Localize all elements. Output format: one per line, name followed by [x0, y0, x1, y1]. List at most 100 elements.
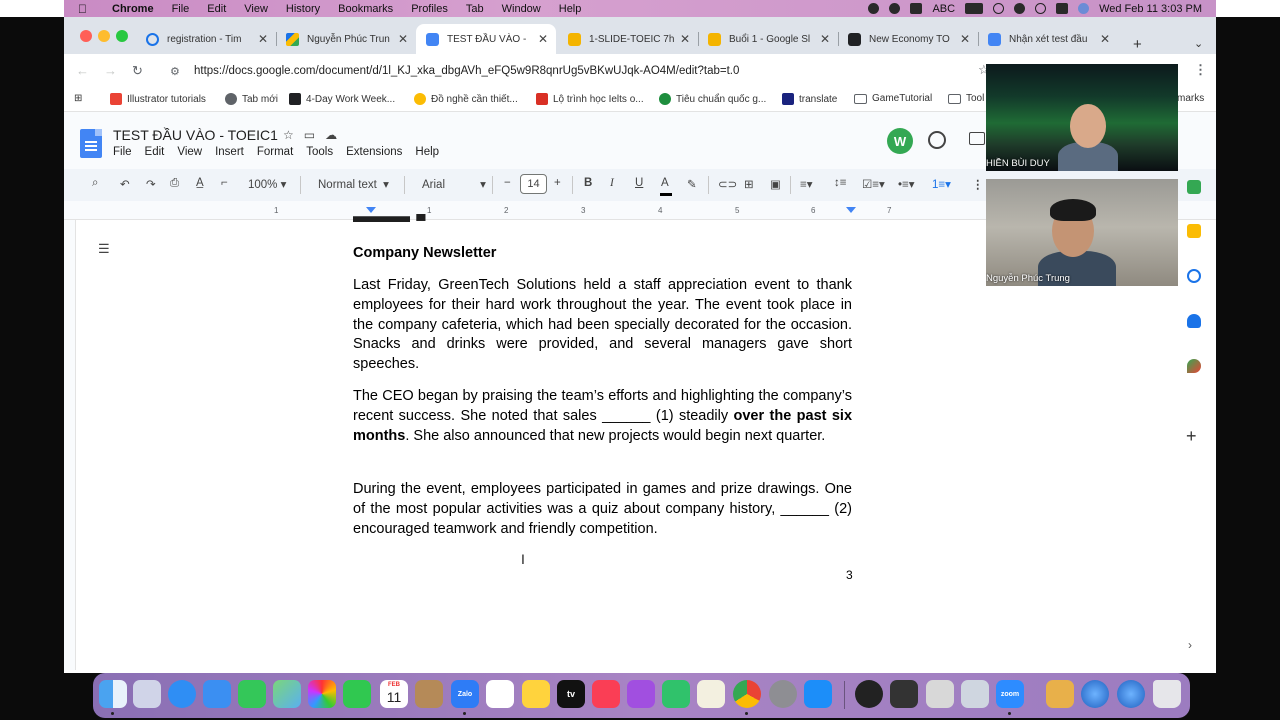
left-indent-marker[interactable] — [366, 207, 376, 213]
url-text[interactable]: https://docs.google.com/document/d/1l_KJ… — [194, 65, 739, 77]
calendar-app-icon[interactable]: FEB 11 — [380, 680, 408, 708]
highlight-color-icon[interactable]: ✎ — [687, 177, 697, 191]
calendar-icon[interactable] — [1187, 180, 1201, 194]
podcasts-icon[interactable] — [627, 680, 655, 708]
bulleted-list-icon[interactable]: •≡▾ — [898, 177, 915, 191]
line-spacing-icon[interactable]: ↕≡ — [834, 177, 846, 189]
menu-window[interactable]: Window — [502, 3, 541, 15]
menu-edit[interactable]: Edit — [207, 3, 226, 15]
finder-icon[interactable] — [99, 680, 127, 708]
menu-bookmarks[interactable]: Bookmarks — [338, 3, 393, 15]
bookmark-lo-trinh[interactable]: Lộ trình học Ielts o... — [536, 93, 644, 105]
contacts-icon[interactable] — [1187, 314, 1201, 328]
printer-icon[interactable] — [926, 680, 954, 708]
cloud-status-icon[interactable]: ☁ — [325, 128, 347, 142]
bookmark-4day[interactable]: 4-Day Work Week... — [289, 93, 395, 105]
obs-icon[interactable] — [855, 680, 883, 708]
tab-nguyen-phuc-trung[interactable]: Nguyễn Phúc Trun ✕ — [276, 24, 417, 54]
docs-logo-icon[interactable] — [80, 129, 102, 158]
reload-button[interactable]: ↻ — [132, 63, 143, 79]
tab-search-chevron-icon[interactable]: ⌄ — [1194, 37, 1203, 50]
globe-icon[interactable] — [1081, 680, 1109, 708]
globe2-icon[interactable] — [1117, 680, 1145, 708]
downloads-icon[interactable] — [961, 680, 989, 708]
input-source-icon[interactable] — [910, 3, 923, 14]
paint-format-icon[interactable]: ⌐ — [221, 177, 228, 189]
all-bookmarks[interactable]: marks — [1177, 93, 1204, 104]
tasks-icon[interactable] — [1187, 269, 1201, 283]
user-icon[interactable] — [1014, 3, 1026, 14]
document-page[interactable]: ▬▬▬ ■ Company Newsletter Last Friday, Gr… — [276, 214, 926, 670]
italic-icon[interactable]: I — [610, 177, 614, 189]
play-icon[interactable] — [889, 3, 901, 14]
close-tab-icon[interactable]: ✕ — [258, 32, 268, 46]
docs-menu-file[interactable]: File — [113, 146, 132, 158]
close-tab-icon[interactable]: ✕ — [398, 32, 408, 46]
close-tab-icon[interactable]: ✕ — [820, 32, 830, 46]
input-source-label[interactable]: ABC — [932, 3, 955, 15]
menu-tab[interactable]: Tab — [466, 3, 484, 15]
docs-menu-format[interactable]: Format — [257, 146, 293, 158]
align-left-icon[interactable]: ≡▾ — [800, 177, 812, 191]
redo-icon[interactable]: ↷ — [146, 177, 156, 191]
menu-help[interactable]: Help — [559, 3, 582, 15]
font-select[interactable]: Arial ▾ — [422, 177, 486, 191]
decrease-font-size-icon[interactable]: − — [504, 177, 511, 189]
close-tab-icon[interactable]: ✕ — [960, 32, 970, 46]
star-icon[interactable]: ☆ — [283, 128, 304, 142]
creative-cloud-icon[interactable] — [868, 3, 880, 14]
tab-registration[interactable]: registration - Tim ✕ — [136, 24, 277, 54]
print-icon[interactable]: ⎙ — [170, 177, 179, 190]
zalo-icon[interactable]: Zalo — [451, 680, 479, 708]
docs-menu-extensions[interactable]: Extensions — [346, 146, 402, 158]
insert-link-icon[interactable]: ⊂⊃ — [718, 177, 737, 191]
facetime-icon[interactable] — [343, 680, 371, 708]
menu-view[interactable]: View — [244, 3, 268, 15]
numbered-list-icon[interactable]: 1≡▾ — [932, 177, 951, 191]
tab-test-dau-vao[interactable]: TEST ĐẦU VÀO - ✕ — [416, 24, 556, 54]
docs-menu-help[interactable]: Help — [415, 146, 439, 158]
chrome-menu-icon[interactable]: ⋮ — [1194, 62, 1207, 78]
minimize-window-button[interactable] — [98, 30, 110, 42]
video-tile-student[interactable]: Nguyễn Phúc Trung — [986, 179, 1178, 286]
insert-image-icon[interactable]: ▣ — [770, 177, 781, 191]
photos-icon[interactable] — [308, 680, 336, 708]
vertical-ruler[interactable] — [64, 220, 76, 670]
control-center-icon[interactable] — [1056, 3, 1069, 14]
undo-icon[interactable]: ↶ — [120, 177, 130, 191]
bookmark-tool[interactable]: Tool — [948, 93, 984, 104]
tab-nhan-xet[interactable]: Nhận xét test đầu ✕ — [978, 24, 1118, 54]
comments-icon[interactable] — [969, 132, 985, 145]
zoom-window-button[interactable] — [116, 30, 128, 42]
spotlight-icon[interactable] — [1035, 3, 1047, 14]
mail-icon[interactable] — [203, 680, 231, 708]
omnibox[interactable]: ⚙ https://docs.google.com/document/d/1l_… — [164, 59, 984, 83]
tab-slide-toeic[interactable]: 1-SLIDE-TOEIC 7h ✕ — [558, 24, 699, 54]
safari-icon[interactable] — [168, 680, 196, 708]
notes-icon[interactable] — [522, 680, 550, 708]
chrome-icon[interactable] — [733, 680, 761, 708]
version-history-icon[interactable] — [928, 131, 946, 149]
close-tab-icon[interactable]: ✕ — [680, 32, 690, 46]
settings-icon[interactable] — [769, 680, 797, 708]
font-size-input[interactable]: 14 — [520, 174, 547, 194]
checklist-icon[interactable]: ☑≡▾ — [862, 177, 885, 191]
close-tab-icon[interactable]: ✕ — [1100, 32, 1110, 46]
grammarly-icon[interactable]: W — [887, 128, 913, 154]
close-tab-icon[interactable]: ✕ — [538, 32, 548, 46]
zoom-select[interactable]: 100% ▾ — [248, 177, 286, 191]
bookmark-do-nghe[interactable]: Đồ nghề cần thiết... — [414, 93, 518, 105]
apple-icon[interactable]:  — [78, 2, 98, 16]
document-title[interactable]: TEST ĐẦU VÀO - TOEIC1 — [113, 127, 278, 143]
more-options-icon[interactable]: ⋮ — [972, 177, 984, 191]
reminders-icon[interactable] — [486, 680, 514, 708]
package-icon[interactable] — [1046, 680, 1074, 708]
underline-icon[interactable]: U — [635, 177, 643, 189]
add-comment-icon[interactable]: ⊞ — [744, 177, 754, 191]
right-indent-marker[interactable] — [846, 207, 856, 213]
forward-button[interactable]: → — [104, 63, 117, 78]
move-folder-icon[interactable]: ▭ — [304, 128, 325, 142]
bold-icon[interactable]: B — [584, 177, 592, 189]
close-window-button[interactable] — [80, 30, 92, 42]
keep-icon[interactable] — [1187, 224, 1201, 238]
